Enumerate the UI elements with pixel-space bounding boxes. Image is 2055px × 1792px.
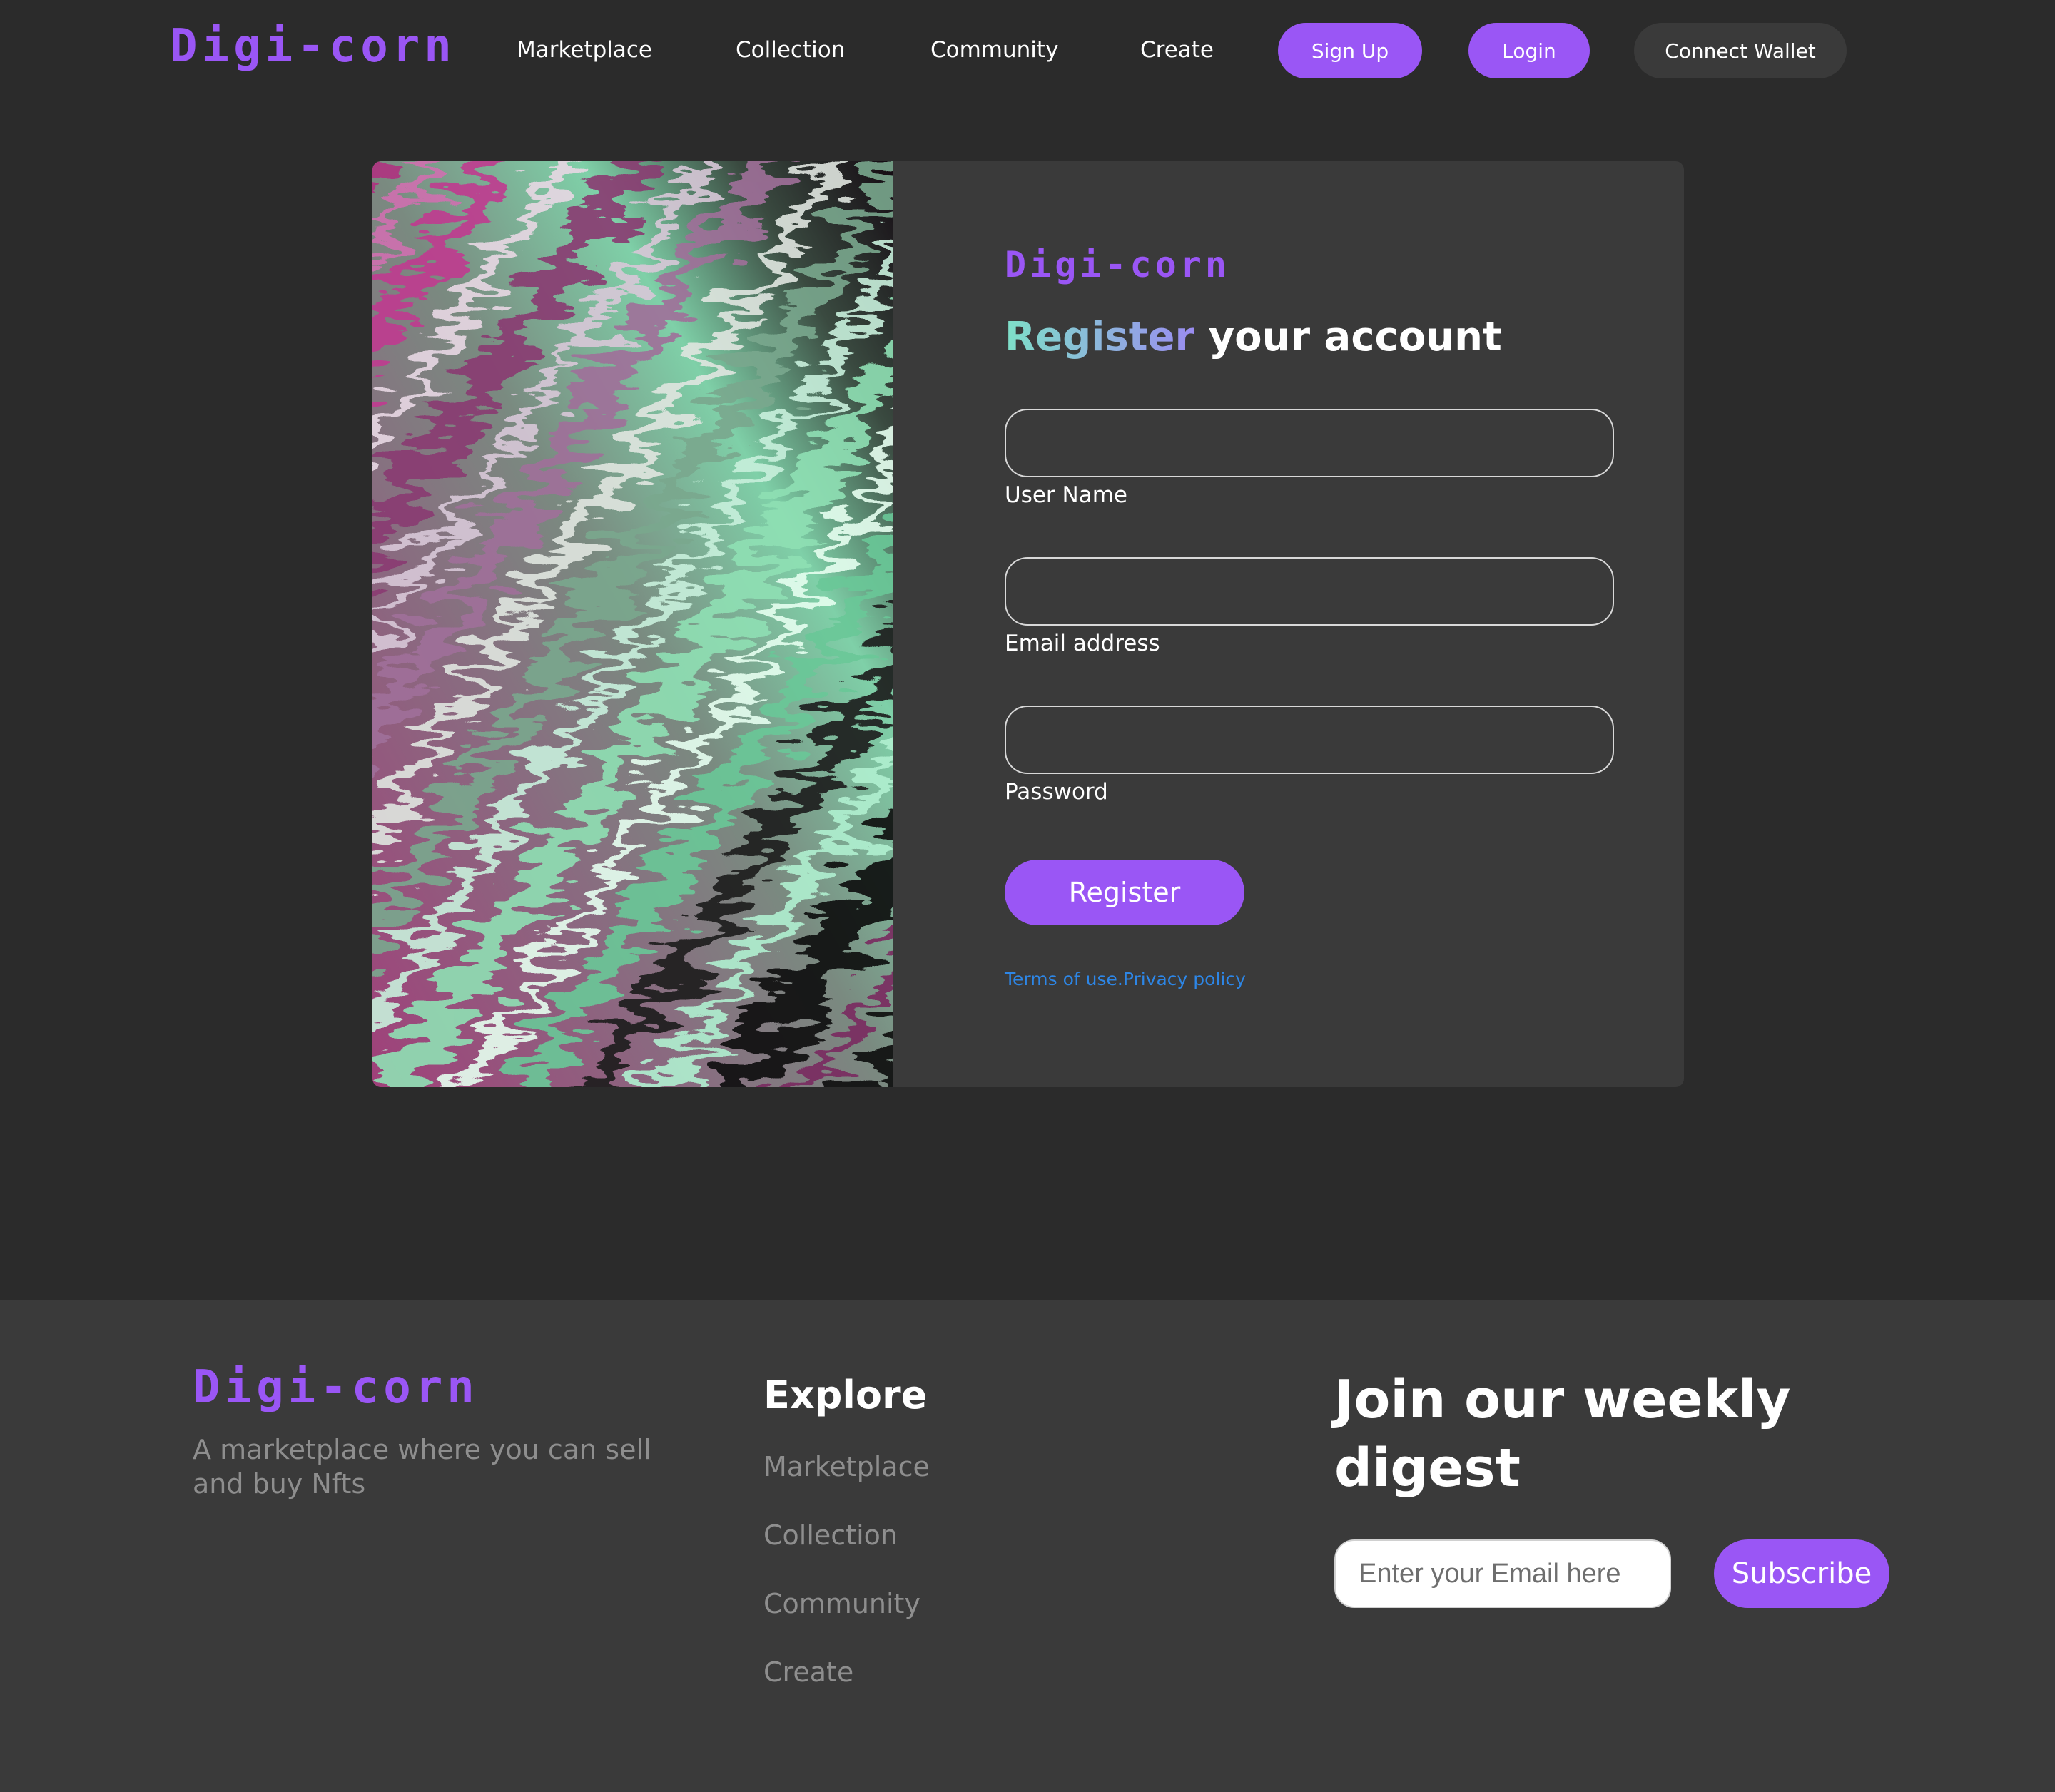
explore-heading: Explore <box>763 1373 928 1417</box>
site-header: Digi-corn Marketplace Collection Communi… <box>0 0 2055 107</box>
newsletter-heading: Join our weekly digest <box>1334 1369 1791 1499</box>
terms-of-use-link[interactable]: Terms of use. <box>1005 969 1123 989</box>
footer-brand-logo[interactable]: Digi-corn <box>193 1361 479 1414</box>
nav-create[interactable]: Create <box>1140 37 1214 63</box>
form-title-rest: your account <box>1208 314 1502 360</box>
brand-logo[interactable]: Digi-corn <box>170 20 456 73</box>
username-label: User Name <box>1005 482 1127 508</box>
footer-link-community[interactable]: Community <box>763 1588 920 1619</box>
email-address-label: Email address <box>1005 631 1160 656</box>
footer-link-marketplace[interactable]: Marketplace <box>763 1451 930 1482</box>
subscribe-button[interactable]: Subscribe <box>1714 1539 1889 1608</box>
register-button[interactable]: Register <box>1005 860 1244 925</box>
form-brand-logo: Digi-corn <box>1005 244 1230 285</box>
nav-collection[interactable]: Collection <box>736 37 845 63</box>
site-footer: Digi-corn A marketplace where you can se… <box>0 1300 2055 1792</box>
nav-community[interactable]: Community <box>930 37 1058 63</box>
form-title: Register your account <box>1005 314 1502 360</box>
connect-wallet-button[interactable]: Connect Wallet <box>1634 23 1847 78</box>
nav-marketplace[interactable]: Marketplace <box>517 37 652 63</box>
abstract-artwork-image <box>372 161 893 1087</box>
username-input[interactable] <box>1005 409 1614 477</box>
privacy-policy-link[interactable]: Privacy policy <box>1123 969 1246 989</box>
form-title-accent: Register <box>1005 314 1195 360</box>
footer-tagline: A marketplace where you can sell and buy… <box>193 1434 651 1500</box>
legal-links: Terms of use.Privacy policy <box>1005 969 1246 989</box>
password-label: Password <box>1005 779 1108 805</box>
footer-link-collection[interactable]: Collection <box>763 1519 898 1551</box>
footer-link-create[interactable]: Create <box>763 1656 853 1688</box>
sign-up-button[interactable]: Sign Up <box>1278 23 1422 78</box>
email-address-input[interactable] <box>1005 557 1614 626</box>
login-button[interactable]: Login <box>1468 23 1590 78</box>
password-input[interactable] <box>1005 706 1614 774</box>
newsletter-email-input[interactable] <box>1334 1539 1671 1608</box>
